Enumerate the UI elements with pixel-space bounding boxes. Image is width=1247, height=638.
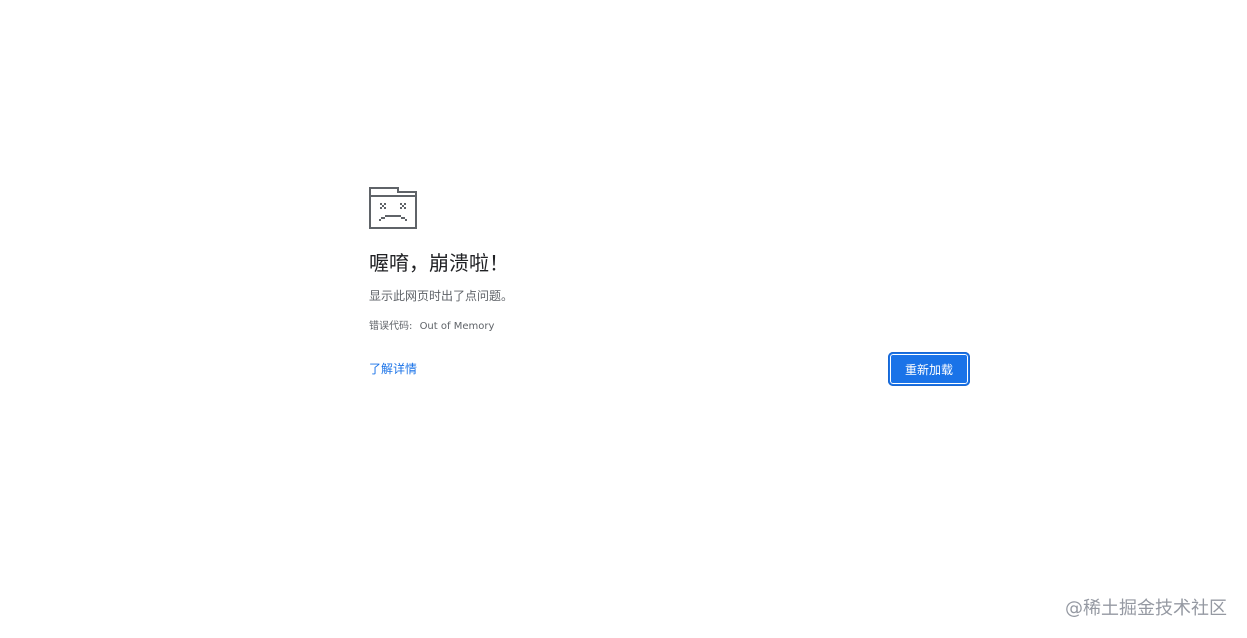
sad-tab-folder-icon: [369, 187, 417, 229]
learn-more-link[interactable]: 了解详情: [369, 361, 417, 377]
error-description: 显示此网页时出了点问题。: [369, 289, 514, 303]
error-page: 喔唷，崩溃啦！ 显示此网页时出了点问题。 错误代码: Out of Memory…: [0, 0, 1247, 638]
page-title: 喔唷，崩溃啦！: [369, 251, 509, 275]
error-code: 错误代码: Out of Memory: [369, 320, 494, 334]
error-code-value: Out of Memory: [419, 321, 495, 332]
error-code-label: 错误代码:: [369, 321, 413, 332]
watermark: @稀土掘金技术社区: [1065, 598, 1227, 619]
reload-button[interactable]: 重新加载: [888, 352, 970, 386]
